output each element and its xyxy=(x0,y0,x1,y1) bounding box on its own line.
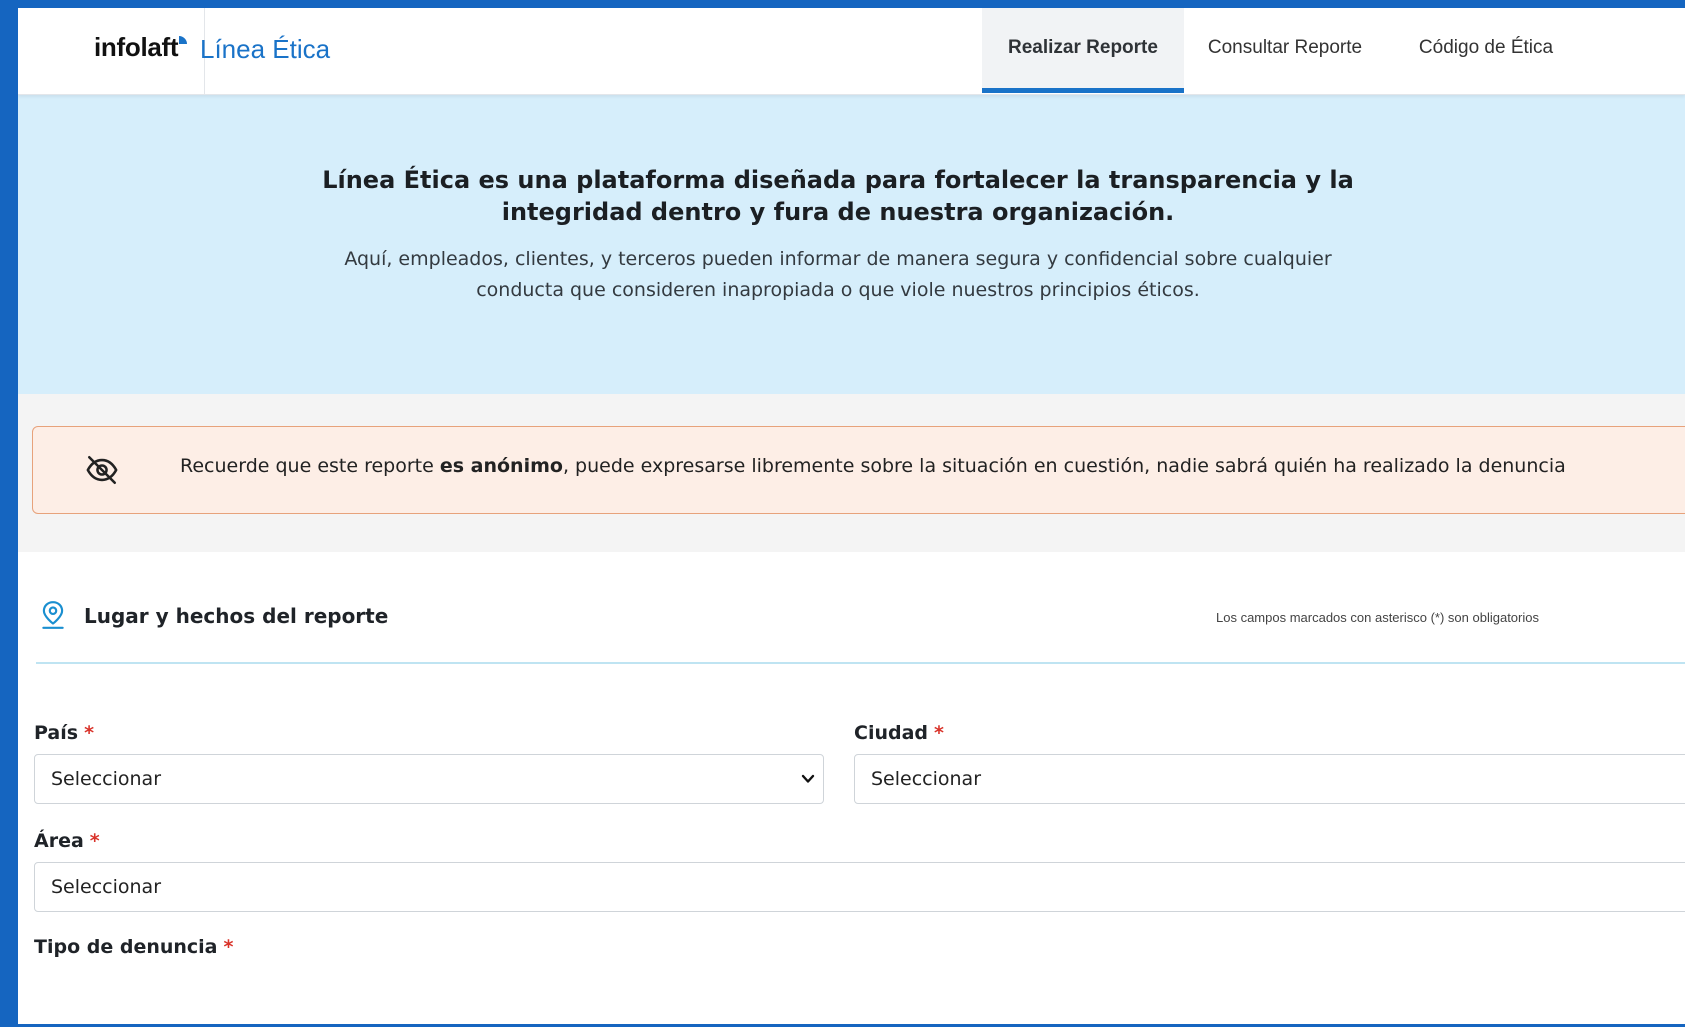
required-mark: * xyxy=(223,936,234,958)
logo-text: infolaft xyxy=(94,32,179,62)
required-mark: * xyxy=(84,722,94,744)
anonymous-alert: Recuerde que este reporte es anónimo, pu… xyxy=(32,426,1685,514)
top-navbar: infolaft Línea Ética Realizar Reporte Co… xyxy=(18,8,1685,95)
chevron-down-icon xyxy=(801,774,815,783)
ciudad-select[interactable]: Seleccionar xyxy=(854,754,1685,804)
map-pin-icon xyxy=(42,601,64,629)
alert-text: Recuerde que este reporte es anónimo, pu… xyxy=(180,455,1566,477)
hero-subtitle: Aquí, empleados, clientes, y terceros pu… xyxy=(344,248,1332,301)
area-select[interactable]: Seleccionar xyxy=(34,862,1685,912)
tab-consultar-reporte[interactable]: Consultar Reporte xyxy=(1184,8,1386,88)
tab-codigo-de-etica[interactable]: Código de Ética xyxy=(1386,8,1586,88)
eye-off-icon xyxy=(86,455,118,485)
tipo-denuncia-label: Tipo de denuncia * xyxy=(34,936,234,958)
tab-realizar-reporte[interactable]: Realizar Reporte xyxy=(982,8,1184,93)
app-title: Línea Ética xyxy=(200,34,331,64)
ciudad-label: Ciudad * xyxy=(854,722,944,744)
logo-mark-icon xyxy=(179,36,188,44)
page: infolaft Línea Ética Realizar Reporte Co… xyxy=(18,8,1685,1024)
pais-select[interactable]: Seleccionar xyxy=(34,754,824,804)
section-title: Lugar y hechos del reporte xyxy=(84,604,389,628)
pais-label: País * xyxy=(34,722,94,744)
infolaft-logo[interactable]: infolaft xyxy=(94,32,188,63)
window-frame-left xyxy=(0,0,18,1027)
area-select-value: Seleccionar xyxy=(51,876,162,898)
required-fields-note: Los campos marcados con asterisco (*) so… xyxy=(1216,610,1539,625)
pais-select-value: Seleccionar xyxy=(51,768,162,790)
hero-title: Línea Ética es una plataforma diseñada p… xyxy=(322,166,1354,226)
required-mark: * xyxy=(934,722,944,744)
section-divider xyxy=(36,662,1685,664)
hero-banner: Línea Ética es una plataforma diseñada p… xyxy=(18,94,1685,394)
required-mark: * xyxy=(89,830,100,852)
ciudad-select-value: Seleccionar xyxy=(871,768,982,790)
window-frame-top xyxy=(0,0,1685,8)
area-label: Área * xyxy=(34,830,100,852)
section-header: Lugar y hechos del reporte Los campos ma… xyxy=(36,594,1685,664)
